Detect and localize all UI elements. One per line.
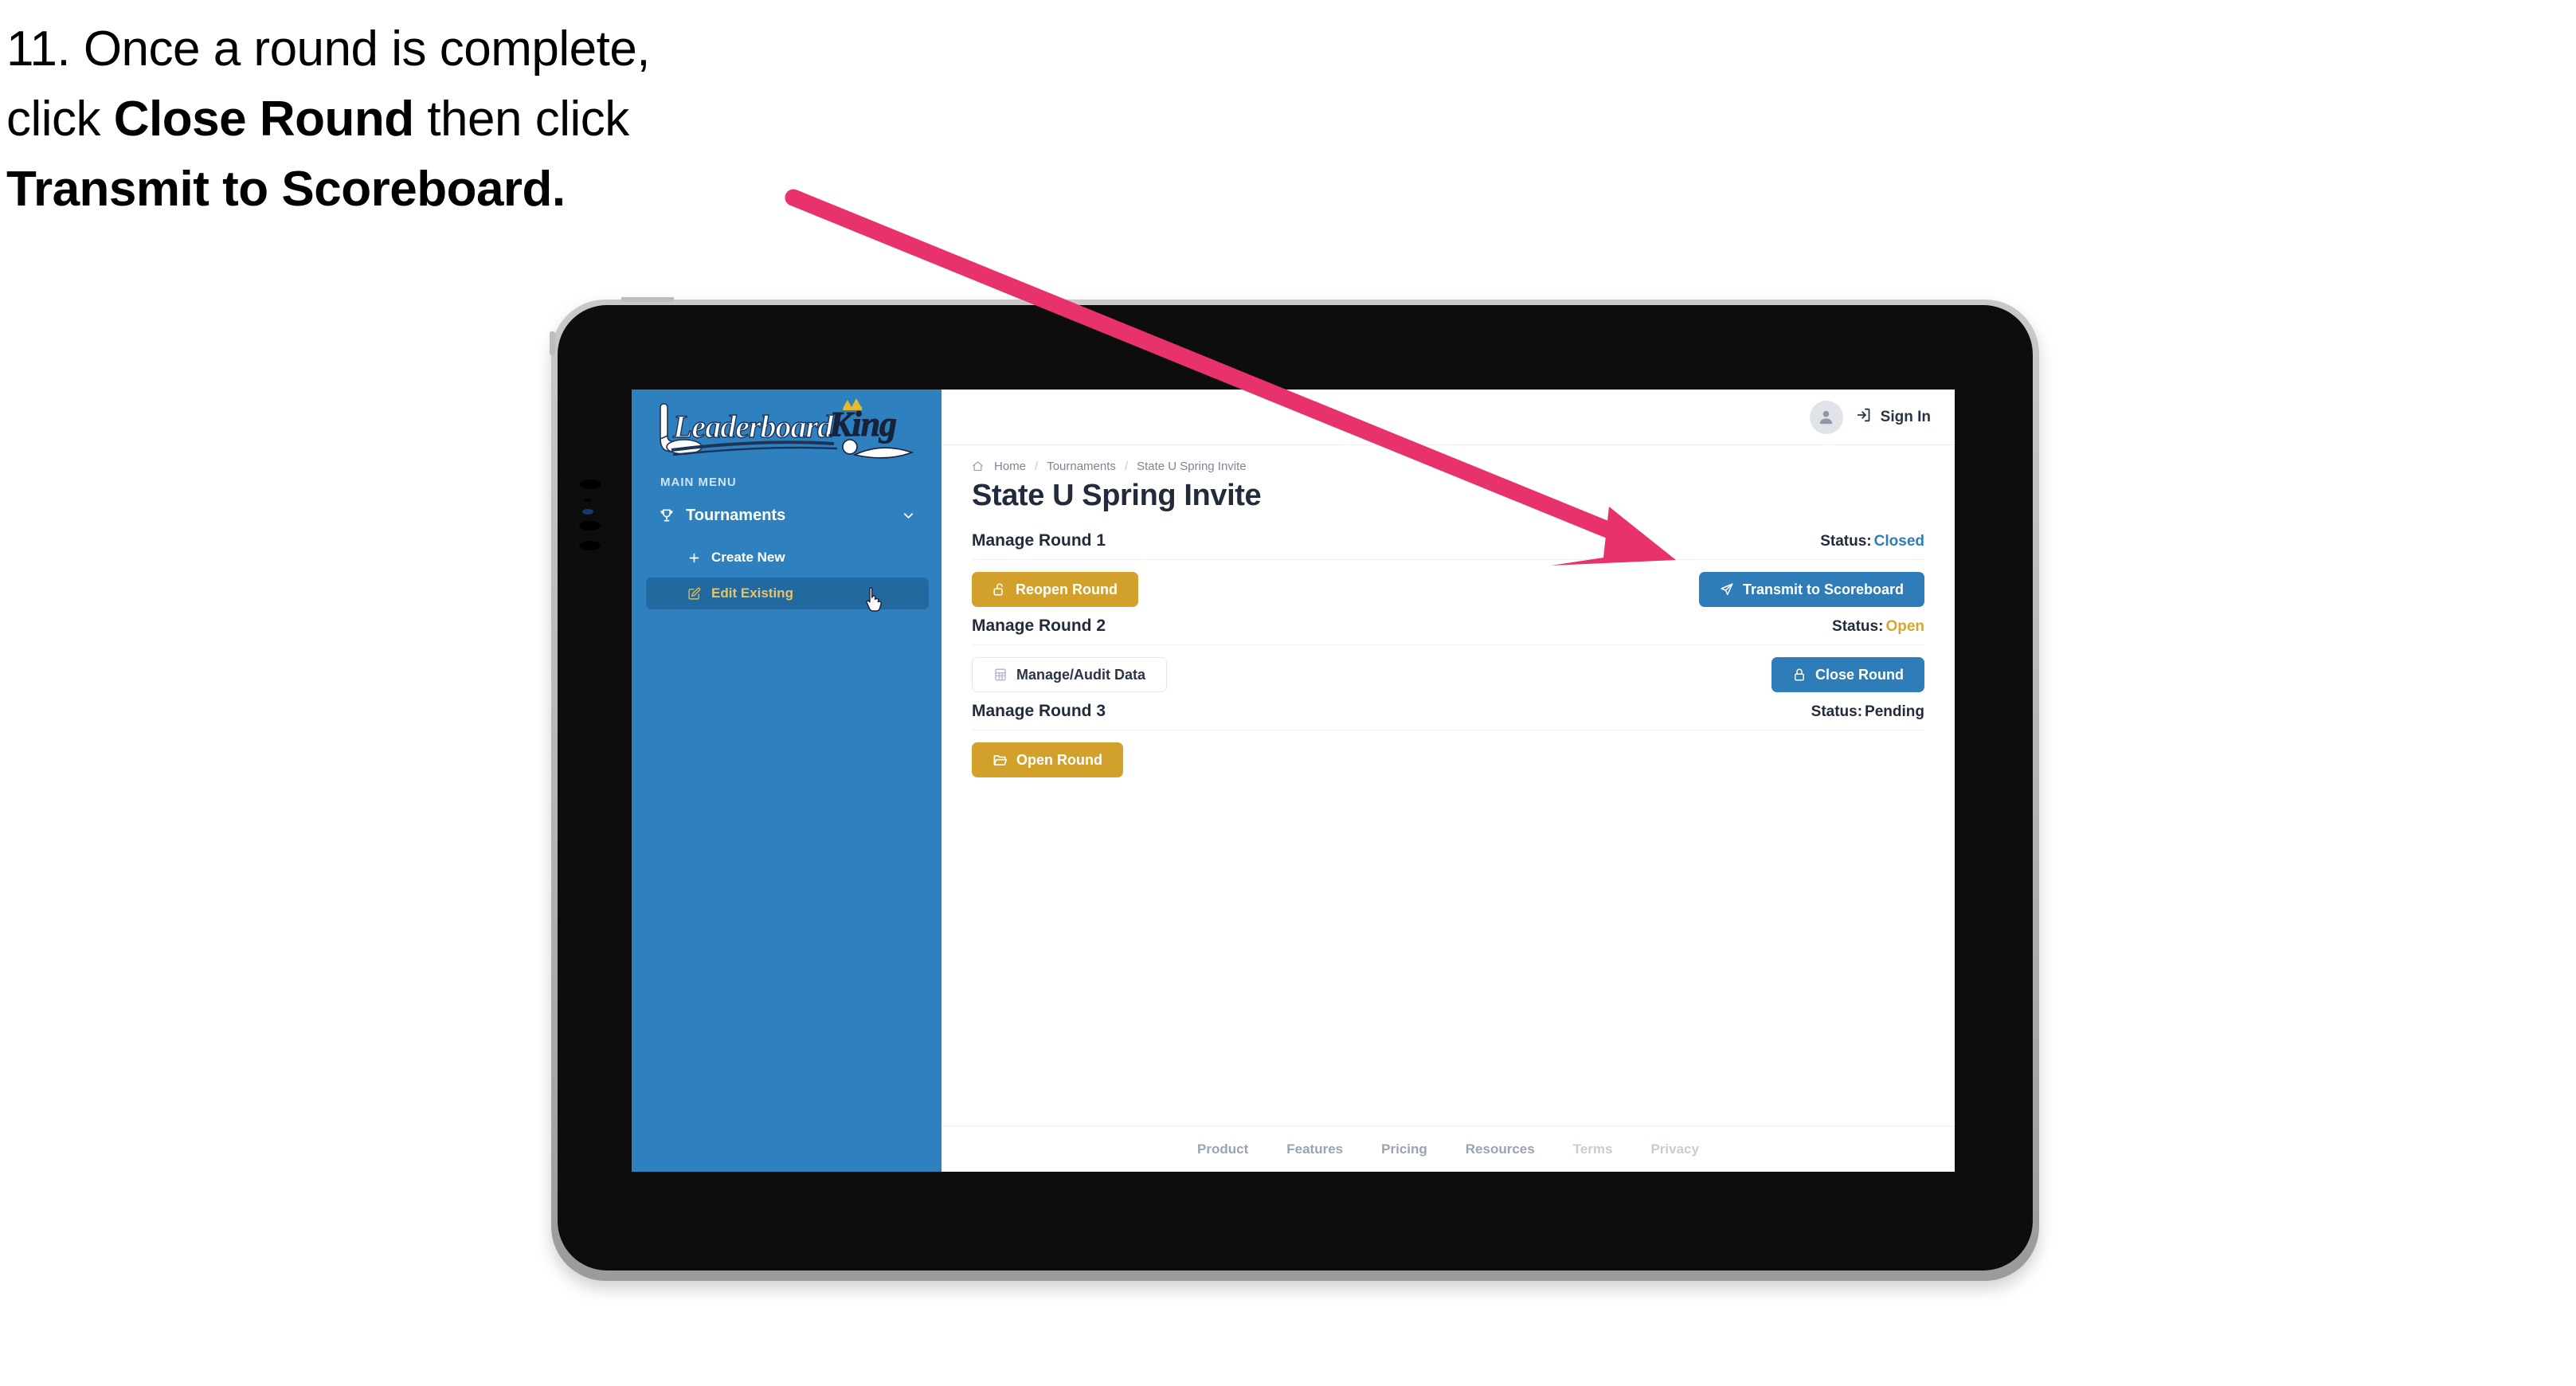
folder-open-icon	[992, 753, 1008, 768]
close-round-button[interactable]: Close Round	[1771, 657, 1924, 692]
plus-icon	[687, 551, 711, 565]
sidebar-group-label: Tournaments	[686, 506, 786, 524]
sidebar-item-edit-existing[interactable]: Edit Existing	[646, 578, 929, 609]
open-round-button[interactable]: Open Round	[972, 742, 1123, 777]
round-1-actions: Reopen Round Transmit to Scoreboard	[972, 572, 1924, 607]
breadcrumb-separator: /	[1124, 460, 1129, 473]
breadcrumb-item-current: State U Spring Invite	[1137, 460, 1247, 473]
round-2-status-label: Status:	[1832, 618, 1884, 635]
footer-link-pricing[interactable]: Pricing	[1381, 1141, 1427, 1157]
tablet-top-notch	[621, 297, 674, 302]
round-3-header: Manage Round 3 Status: Pending	[972, 702, 1924, 730]
transmit-to-scoreboard-button[interactable]: Transmit to Scoreboard	[1698, 572, 1924, 607]
unlock-icon	[992, 582, 1007, 597]
round-1-header: Manage Round 1 Status: Closed	[972, 531, 1924, 560]
app-logo[interactable]: Leaderboard King	[649, 397, 924, 463]
manage-audit-data-label: Manage/Audit Data	[1016, 666, 1146, 683]
footer-link-privacy[interactable]: Privacy	[1650, 1141, 1699, 1157]
breadcrumb: Home / Tournaments / State U Spring Invi…	[972, 460, 1247, 473]
breadcrumb-item-tournaments[interactable]: Tournaments	[1047, 460, 1116, 473]
round-2-actions: Manage/Audit Data Close Round	[972, 657, 1924, 692]
sidebar-item-create-new-label: Create New	[711, 550, 785, 565]
round-2-name: Manage Round 2	[972, 617, 1106, 635]
caption-line-2-post: then click	[413, 92, 629, 147]
edit-pencil-icon	[687, 587, 711, 601]
sidebar-item-edit-existing-label: Edit Existing	[711, 585, 793, 601]
sign-in-label: Sign In	[1880, 408, 1931, 425]
tablet-screen: Leaderboard King MAIN MENU Tournaments C…	[632, 390, 1955, 1172]
page-title: State U Spring Invite	[972, 479, 1262, 512]
caption-line-1: 11. Once a round is complete,	[6, 14, 898, 84]
sidebar-section-label: MAIN MENU	[660, 476, 737, 489]
sidebar: Leaderboard King MAIN MENU Tournaments C…	[632, 390, 942, 1172]
tablet-camera-led	[582, 509, 593, 515]
caption-line-2-bold: Close Round	[113, 92, 414, 147]
pointer-hand-cursor	[865, 587, 886, 613]
lock-icon	[1792, 668, 1807, 682]
breadcrumb-item-home[interactable]: Home	[994, 460, 1026, 473]
footer-link-resources[interactable]: Resources	[1466, 1141, 1535, 1157]
login-arrow-icon	[1856, 406, 1873, 428]
chevron-down-icon[interactable]	[901, 508, 916, 523]
breadcrumb-separator: /	[1035, 460, 1039, 473]
caption-line-1-text: 11. Once a round is complete,	[6, 22, 651, 76]
svg-text:King: King	[828, 405, 896, 444]
svg-text:Leaderboard: Leaderboard	[672, 409, 834, 444]
round-3-actions: Open Round	[972, 742, 1924, 777]
home-icon[interactable]	[972, 460, 984, 472]
table-grid-icon	[993, 668, 1008, 682]
instruction-caption: 11. Once a round is complete, click Clos…	[6, 14, 898, 225]
footer-link-terms[interactable]: Terms	[1573, 1141, 1613, 1157]
round-2-header: Manage Round 2 Status: Open	[972, 617, 1924, 645]
round-3-name: Manage Round 3	[972, 702, 1106, 720]
caption-line-3: Transmit to Scoreboard.	[6, 155, 898, 225]
sidebar-item-create-new[interactable]: Create New	[646, 542, 929, 574]
footer-link-product[interactable]: Product	[1197, 1141, 1248, 1157]
round-1-status-label: Status:	[1820, 533, 1872, 550]
tablet-speaker-hole-3	[579, 541, 601, 550]
tablet-power-button	[550, 331, 555, 355]
footer-link-features[interactable]: Features	[1286, 1141, 1343, 1157]
status-badge: Open	[1885, 618, 1924, 635]
round-block-1: Manage Round 1 Status: Closed Reopen Roun…	[972, 531, 1924, 607]
caption-line-2-pre: click	[6, 92, 114, 147]
round-1-name: Manage Round 1	[972, 531, 1106, 550]
avatar[interactable]	[1809, 400, 1843, 434]
caption-line-2: click Close Round then click	[6, 84, 898, 155]
tablet-speaker-hole-1	[579, 480, 601, 489]
status-badge: Pending	[1865, 703, 1924, 720]
round-3-status-label: Status:	[1811, 703, 1863, 720]
round-2-status: Status: Open	[1832, 618, 1924, 636]
sign-in-button[interactable]: Sign In	[1856, 406, 1931, 428]
round-1-status: Status: Closed	[1820, 533, 1924, 550]
transmit-to-scoreboard-label: Transmit to Scoreboard	[1742, 581, 1904, 597]
caption-line-3-bold: Transmit to Scoreboard.	[6, 162, 566, 217]
trophy-icon	[659, 507, 681, 523]
close-round-label: Close Round	[1815, 666, 1904, 683]
status-badge: Closed	[1873, 533, 1924, 550]
tablet-speaker-hole-2	[579, 521, 601, 531]
footer-nav: Product Features Pricing Resources Terms…	[942, 1126, 1955, 1172]
reopen-round-button[interactable]: Reopen Round	[972, 572, 1138, 607]
round-3-status: Status: Pending	[1811, 703, 1924, 721]
main-content: Sign In Home / Tournaments / State U Spr…	[942, 390, 1955, 1172]
manage-audit-data-button[interactable]: Manage/Audit Data	[972, 657, 1168, 692]
tablet-sensor-dot	[584, 499, 592, 502]
reopen-round-label: Reopen Round	[1016, 581, 1118, 597]
paper-plane-icon	[1720, 582, 1734, 597]
round-block-2: Manage Round 2 Status: Open Manage/Audit …	[972, 617, 1924, 692]
round-block-3: Manage Round 3 Status: Pending Open Round	[972, 702, 1924, 777]
sidebar-group-tournaments[interactable]: Tournaments	[646, 499, 929, 532]
screenshot-root: 11. Once a round is complete, click Clos…	[0, 0, 2576, 1386]
top-bar: Sign In	[942, 390, 1955, 445]
open-round-label: Open Round	[1016, 751, 1102, 768]
